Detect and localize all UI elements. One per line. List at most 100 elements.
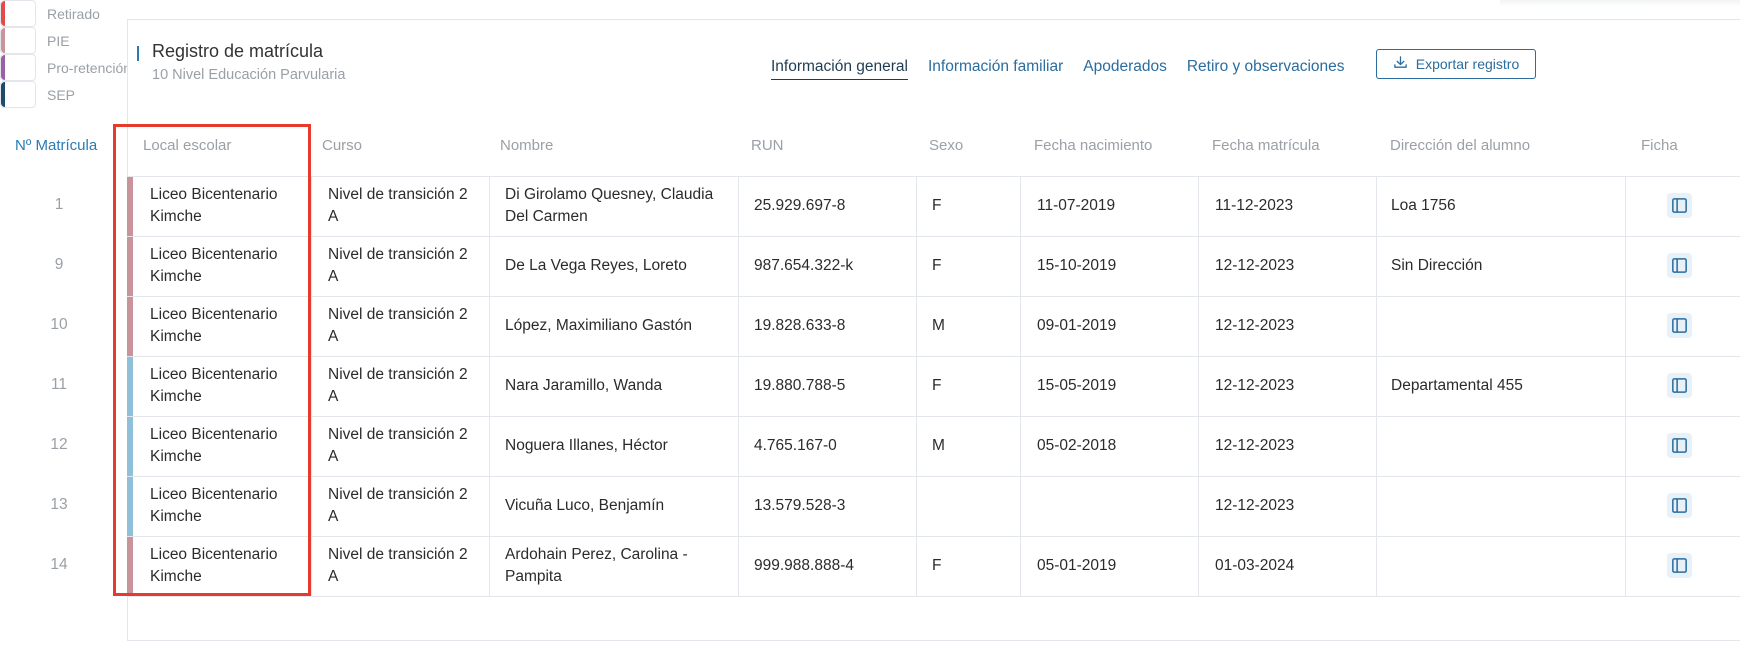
cell-local: Liceo Bicentenario Kimche (150, 304, 278, 348)
cell-local-line-2: Kimche (150, 508, 202, 525)
column-header-matricula: Fecha matrícula (1212, 137, 1320, 154)
tab-retiro-observaciones[interactable]: Retiro y observaciones (1187, 58, 1345, 80)
cell-sexo: F (932, 257, 942, 274)
cell-run: 13.579.528-3 (754, 497, 846, 514)
ficha-button[interactable] (1667, 553, 1692, 578)
cell-matricula: 12-12-2023 (1215, 257, 1295, 274)
cell-curso: Nivel de transición 2 A (328, 244, 468, 288)
column-divider (1625, 176, 1626, 596)
cell-curso-line-2: A (328, 448, 339, 465)
column-header-sexo: Sexo (929, 137, 964, 154)
cell-curso-line-2: A (328, 268, 339, 285)
row-number: 13 (50, 496, 68, 513)
page-subtitle: 10 Nivel Educación Parvularia (152, 67, 346, 83)
cell-curso: Nivel de transición 2 A (328, 184, 468, 228)
sidebar-panel-icon (1672, 378, 1687, 393)
cell-nombre-line-1: López, Maximiliano Gastón (505, 317, 692, 334)
row-number: 1 (54, 196, 64, 213)
cell-run: 987.654.322-k (754, 257, 854, 274)
cell-curso-line-2: A (328, 328, 339, 345)
row-status-tag (127, 237, 133, 296)
export-button[interactable]: Exportar registro (1376, 49, 1536, 79)
cell-local-line-2: Kimche (150, 328, 202, 345)
ficha-button[interactable] (1667, 253, 1692, 278)
row-status-tag (127, 477, 133, 536)
cell-curso: Nivel de transición 2 A (328, 484, 468, 528)
column-divider (489, 176, 490, 596)
row-divider (127, 236, 1740, 237)
cell-local-line-1: Liceo Bicentenario (150, 306, 278, 323)
tab-apoderados[interactable]: Apoderados (1083, 58, 1167, 80)
cell-local: Liceo Bicentenario Kimche (150, 364, 278, 408)
cell-local-line-1: Liceo Bicentenario (150, 486, 278, 503)
cell-nombre-line-1: Di Girolamo Quesney, Claudia (505, 186, 714, 203)
legend-swatch-stripe (1, 82, 5, 107)
cell-nacimiento: 11-07-2019 (1037, 197, 1116, 214)
row-status-tag (127, 537, 133, 596)
cell-nombre: Nara Jaramillo, Wanda (505, 375, 662, 397)
cell-nombre: De La Vega Reyes, Loreto (505, 255, 687, 277)
cell-run: 25.929.697-8 (754, 197, 846, 214)
cell-curso: Nivel de transición 2 A (328, 304, 468, 348)
cell-run: 999.988.888-4 (754, 557, 854, 574)
cell-nombre: López, Maximiliano Gastón (505, 315, 692, 337)
download-icon (1393, 55, 1408, 73)
column-divider (311, 176, 312, 596)
row-number: 11 (50, 376, 68, 393)
cell-local-line-2: Kimche (150, 208, 202, 225)
sidebar-panel-icon (1672, 198, 1687, 213)
ficha-button[interactable] (1667, 313, 1692, 338)
row-status-tag (127, 417, 133, 476)
page-title: Registro de matrícula (152, 41, 324, 61)
column-header-nombre: Nombre (500, 137, 554, 154)
row-number: 12 (50, 436, 68, 453)
ficha-button[interactable] (1667, 373, 1692, 398)
cell-nombre: Di Girolamo Quesney, Claudia Del Carmen (505, 184, 713, 228)
cell-nombre-line-1: Vicuña Luco, Benjamín (505, 497, 665, 514)
column-divider (738, 176, 739, 596)
cell-matricula: 11-12-2023 (1215, 197, 1294, 214)
title-accent-bar (137, 46, 139, 61)
cell-nacimiento: 05-01-2019 (1037, 557, 1117, 574)
ficha-button[interactable] (1667, 493, 1692, 518)
cell-nacimiento: 09-01-2019 (1037, 317, 1117, 334)
cell-run: 4.765.167-0 (754, 437, 837, 454)
sidebar-panel-icon (1672, 318, 1687, 333)
column-header-run: RUN (751, 137, 784, 154)
legend-swatch (0, 54, 36, 81)
cell-sexo: F (932, 377, 942, 394)
cell-sexo: M (932, 437, 945, 454)
column-header-local: Local escolar (143, 137, 232, 154)
cell-nombre-line-2: Pampita (505, 568, 562, 585)
tab-informacion-general[interactable]: Información general (771, 58, 908, 80)
tab-informacion-familiar[interactable]: Información familiar (928, 58, 1063, 80)
column-divider (916, 176, 917, 596)
row-divider (127, 356, 1740, 357)
cell-nacimiento: 15-10-2019 (1037, 257, 1117, 274)
cell-matricula: 01-03-2024 (1215, 557, 1295, 574)
cell-local: Liceo Bicentenario Kimche (150, 544, 278, 588)
cell-curso: Nivel de transición 2 A (328, 544, 468, 588)
cell-local-line-1: Liceo Bicentenario (150, 366, 278, 383)
cell-curso-line-2: A (328, 208, 339, 225)
cell-local-line-2: Kimche (150, 268, 202, 285)
sidebar-panel-icon (1672, 498, 1687, 513)
row-divider (127, 596, 1740, 597)
cell-sexo: M (932, 317, 945, 334)
legend-swatch-stripe (1, 1, 5, 26)
cell-curso: Nivel de transición 2 A (328, 364, 468, 408)
cell-curso-line-2: A (328, 388, 339, 405)
column-divider (1376, 176, 1377, 596)
legend-swatch-stripe (1, 55, 5, 80)
ficha-button[interactable] (1667, 433, 1692, 458)
export-button-label: Exportar registro (1415, 56, 1520, 72)
ficha-button[interactable] (1667, 193, 1692, 218)
cell-nombre-line-1: De La Vega Reyes, Loreto (505, 257, 687, 274)
cell-local-line-2: Kimche (150, 448, 202, 465)
cell-nombre-line-1: Noguera Illanes, Héctor (505, 437, 668, 454)
cell-nombre: Vicuña Luco, Benjamín (505, 495, 664, 517)
column-divider (1198, 176, 1199, 596)
row-divider (127, 476, 1740, 477)
cell-nombre-line-1: Ardohain Perez, Carolina - (505, 546, 688, 563)
top-shadow (1500, 0, 1740, 6)
